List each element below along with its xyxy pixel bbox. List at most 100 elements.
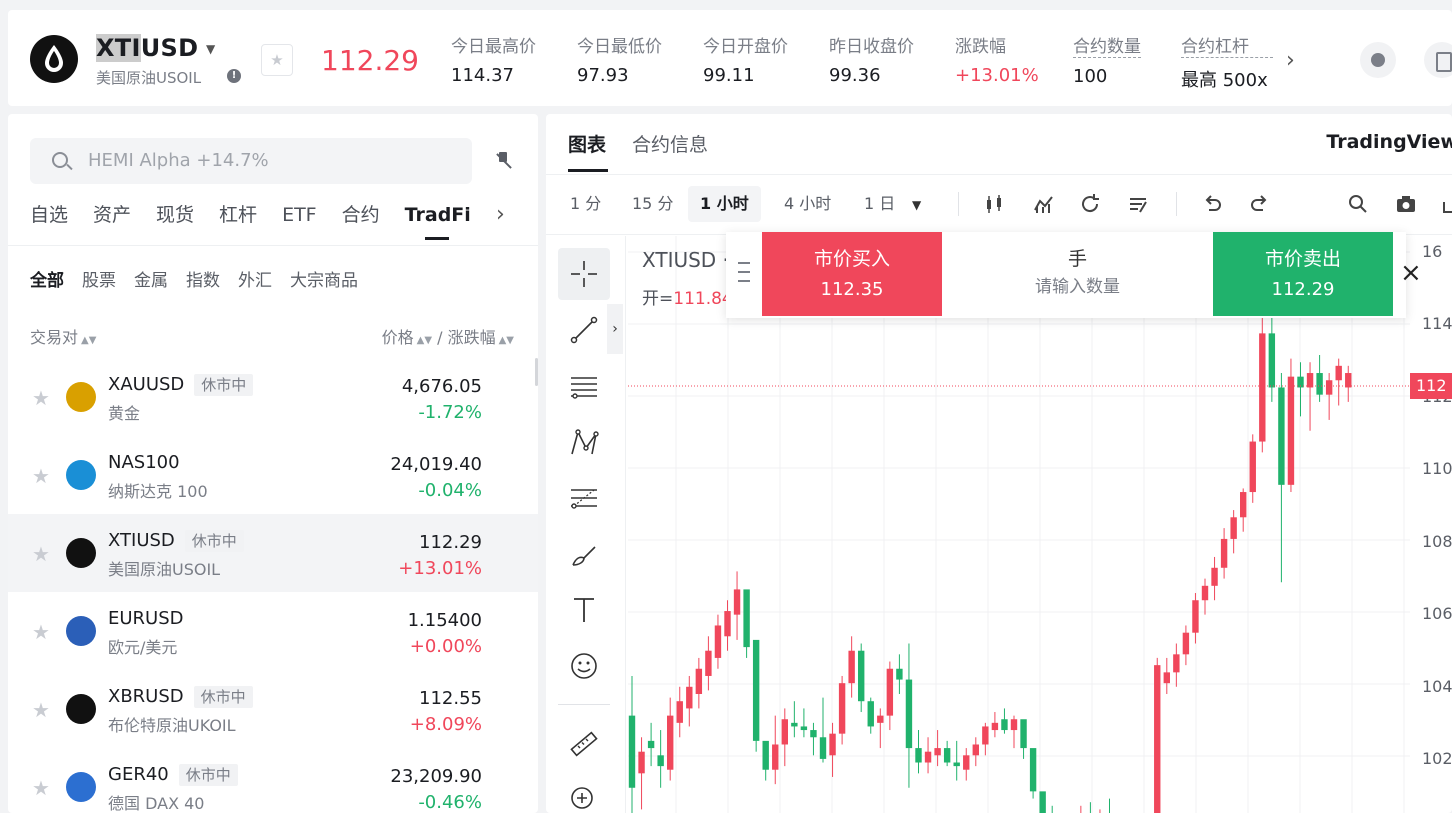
unpin-icon[interactable] (496, 152, 510, 170)
favorite-star-button[interactable]: ★ (261, 44, 293, 76)
market-sell-button[interactable]: 市价卖出 112.29 (1213, 232, 1393, 316)
tab-contract-info[interactable]: 合约信息 (632, 130, 708, 172)
favorite-star-icon[interactable]: ★ (32, 464, 50, 488)
pattern-tool-icon[interactable] (558, 416, 610, 468)
sell-label: 市价卖出 (1264, 248, 1341, 270)
tab-spot[interactable]: 现货 (156, 200, 194, 240)
market-row[interactable]: ★ NAS100 纳斯达克 100 24,019.40 -0.04% (8, 436, 538, 514)
brush-tool-icon[interactable] (558, 528, 610, 580)
indicators-icon[interactable] (1032, 192, 1056, 216)
candle-body (943, 748, 951, 763)
candle-body (848, 650, 855, 684)
tab-chart[interactable]: 图表 (568, 130, 609, 172)
market-row[interactable]: ★ XAUUSD 休市中 黄金 4,676.05 -1.72% (8, 358, 538, 436)
subtab-indices[interactable]: 指数 (186, 266, 220, 291)
ruler-tool-icon[interactable] (558, 718, 610, 770)
favorite-star-icon[interactable]: ★ (32, 542, 50, 566)
stats-next-chevron-icon[interactable]: › (1286, 48, 1295, 73)
tab-margin[interactable]: 杠杆 (219, 200, 257, 240)
play-icon[interactable] (1360, 42, 1396, 78)
market-row[interactable]: ★ XTIUSD 休市中 美国原油USOIL 112.29 +13.01% (8, 514, 538, 592)
tab-tradfi[interactable]: TradFi (405, 200, 471, 240)
timeframe-15m[interactable]: 15 分 (620, 186, 685, 222)
tab-etf[interactable]: ETF (282, 200, 317, 240)
market-row[interactable]: ★ XBRUSD 休市中 布伦特原油UKOIL 112.55 +8.09% (8, 670, 538, 748)
candle-type-icon[interactable] (982, 192, 1006, 216)
chart-settings-icon[interactable] (1126, 192, 1150, 216)
price-axis-tick: 102 (1422, 749, 1452, 768)
horizontal-lines-tool-icon[interactable] (558, 360, 610, 412)
chart-legend-symbol: XTIUSD · (642, 248, 729, 272)
stat-label: 今日最高价 (451, 37, 536, 57)
category-next-chevron-icon[interactable]: › (496, 202, 505, 227)
list-scrollbar[interactable] (535, 358, 538, 386)
fullscreen-icon[interactable] (1440, 192, 1452, 216)
zoom-in-tool-icon[interactable] (558, 772, 610, 813)
market-buy-button[interactable]: 市价买入 112.35 (762, 232, 942, 316)
drawbar-separator (558, 704, 610, 705)
emoji-tool-icon[interactable] (558, 640, 610, 692)
book-icon[interactable] (1424, 42, 1452, 78)
info-icon[interactable]: ! (227, 69, 241, 83)
candlestick-chart[interactable] (628, 236, 1410, 813)
search-icon (52, 152, 68, 168)
favorite-star-icon[interactable]: ★ (32, 698, 50, 722)
timeframe-4h[interactable]: 4 小时 (772, 186, 843, 222)
undo-icon[interactable] (1200, 192, 1224, 216)
market-list-panel: 自选 资产 现货 杠杆 ETF 合约 TradFi › 全部 股票 金属 指数 … (8, 114, 538, 813)
market-row[interactable]: ★ GER40 休市中 德国 DAX 40 23,209.90 -0.46% (8, 748, 538, 813)
subtab-metals[interactable]: 金属 (134, 266, 168, 291)
market-closed-badge: 休市中 (193, 686, 253, 708)
favorite-star-icon[interactable]: ★ (32, 776, 50, 800)
tab-futures[interactable]: 合约 (342, 200, 380, 240)
subcategory-tabs: 全部 股票 金属 指数 外汇 大宗商品 (30, 266, 376, 291)
stat-leverage[interactable]: 合约杠杆 最高 500x (1181, 32, 1273, 92)
candle-body (657, 755, 664, 767)
timeframe-1m[interactable]: 1 分 (558, 186, 613, 222)
favorite-star-icon[interactable]: ★ (32, 620, 50, 644)
text-tool-icon[interactable] (558, 584, 610, 636)
subtab-commodities[interactable]: 大宗商品 (290, 266, 358, 291)
subtab-forex[interactable]: 外汇 (238, 266, 272, 291)
search-icon[interactable] (1346, 192, 1370, 216)
stat-contract-size[interactable]: 合约数量 100 (1073, 32, 1141, 87)
timeframe-dropdown-icon[interactable]: ▼ (912, 198, 921, 212)
redo-icon[interactable] (1248, 192, 1272, 216)
price-axis[interactable]: 16 114 112 110 108 106 104 102 (1410, 236, 1452, 813)
candle-body (791, 722, 798, 727)
search-box[interactable] (30, 138, 472, 184)
close-icon[interactable]: × (1400, 258, 1422, 288)
fibonacci-tool-icon[interactable] (558, 472, 610, 524)
crosshair-tool-icon[interactable] (558, 248, 610, 300)
candle-body (1220, 538, 1228, 568)
drag-handle-icon[interactable] (738, 262, 750, 288)
candle-body (676, 701, 683, 723)
trend-line-tool-icon[interactable] (558, 304, 610, 356)
search-input[interactable] (88, 138, 448, 184)
subtab-stocks[interactable]: 股票 (82, 266, 116, 291)
symbol-selector[interactable]: XTIUSD (96, 34, 198, 62)
drawing-tools-expand-icon[interactable]: › (607, 304, 623, 354)
tab-favorites[interactable]: 自选 (30, 200, 68, 240)
candle-body (972, 744, 979, 756)
sort-by-price-change[interactable]: 价格 ▲▼ / 涨跌幅 ▲▼ (382, 324, 514, 348)
row-change: -1.72% (418, 402, 482, 423)
reset-chart-icon[interactable] (1078, 192, 1102, 216)
favorite-star-icon[interactable]: ★ (32, 386, 50, 410)
tradingview-toggle[interactable]: TradingView (1326, 131, 1452, 153)
subtab-all[interactable]: 全部 (30, 266, 64, 291)
row-change: +0.00% (409, 636, 482, 657)
candle-body (647, 740, 655, 749)
symbol-dropdown-icon[interactable]: ▼ (206, 42, 215, 56)
asset-logo-icon (66, 616, 96, 646)
row-change: -0.04% (418, 480, 482, 501)
sort-by-pair[interactable]: 交易对 ▲▼ (30, 324, 96, 348)
timeframe-1h[interactable]: 1 小时 (688, 186, 761, 222)
row-price: 4,676.05 (401, 376, 482, 397)
quantity-input[interactable] (977, 277, 1178, 297)
column-pair-label: 交易对 (30, 328, 79, 347)
timeframe-1d[interactable]: 1 日 (852, 186, 907, 222)
camera-icon[interactable] (1394, 192, 1418, 216)
tab-assets[interactable]: 资产 (93, 200, 131, 240)
market-row[interactable]: ★ EURUSD 欧元/美元 1.15400 +0.00% (8, 592, 538, 670)
